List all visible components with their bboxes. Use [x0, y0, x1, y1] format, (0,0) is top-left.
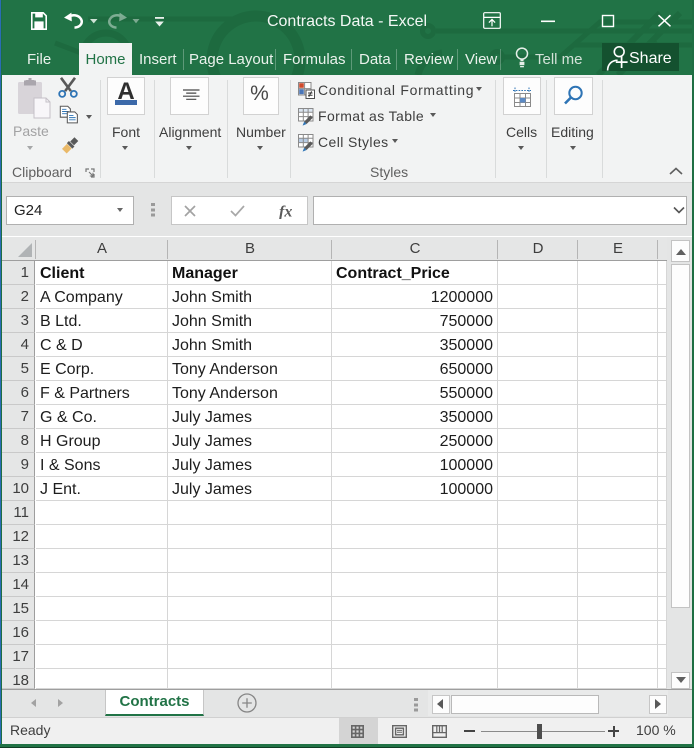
svg-text:fx: fx: [279, 204, 292, 220]
